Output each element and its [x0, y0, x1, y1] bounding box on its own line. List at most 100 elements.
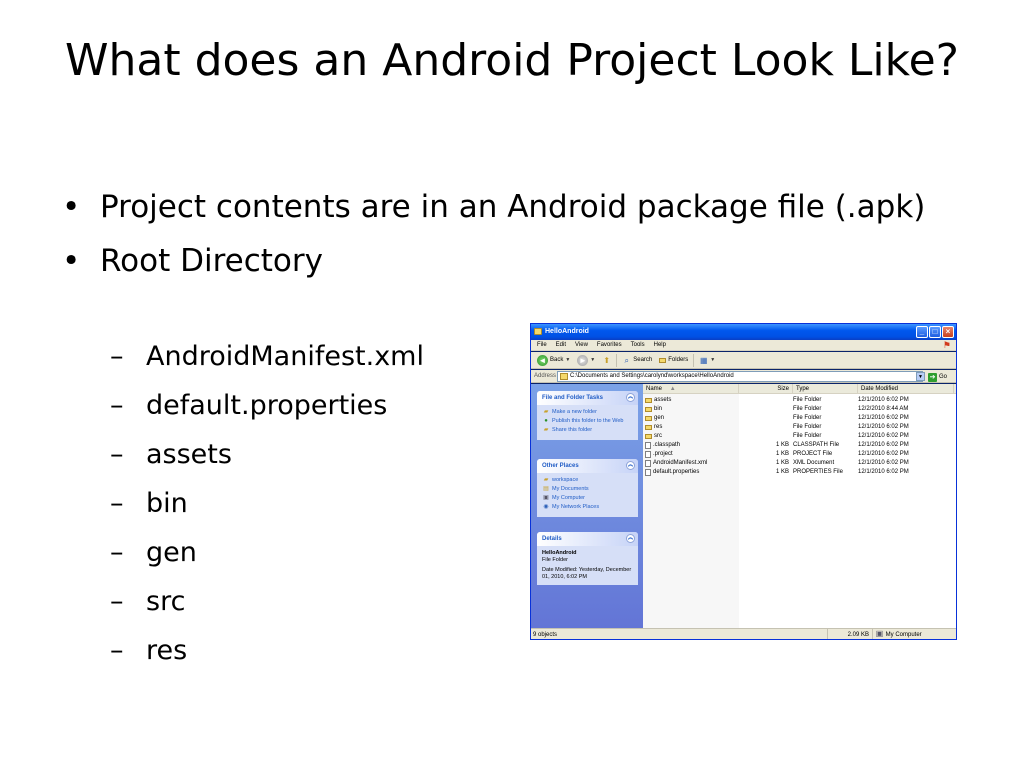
- file-row[interactable]: default.properties 1 KB PROPERTIES File 12/…: [643, 468, 956, 477]
- panel-heading-text: Other Places: [542, 463, 579, 469]
- collapse-icon[interactable]: ︽: [626, 461, 635, 470]
- slide-title: What does an Android Project Look Like?: [64, 35, 959, 86]
- views-grid-icon: ▦: [700, 355, 708, 365]
- menu-edit[interactable]: Edit: [556, 340, 566, 350]
- bullet-symbol: •: [62, 243, 81, 279]
- link-text: My Computer: [552, 495, 586, 501]
- file-type: File Folder: [793, 406, 822, 412]
- address-bar: Address C:\Documents and Settings\caroly…: [531, 370, 956, 383]
- file-row[interactable]: assets File Folder 12/1/2010 6:02 PM: [643, 396, 956, 405]
- back-arrow-icon: ◄: [537, 354, 548, 366]
- menu-file[interactable]: File: [537, 340, 547, 350]
- dash-symbol: –: [110, 586, 124, 617]
- folder-icon: [645, 425, 652, 430]
- publish-folder-link[interactable]: ● Publish this folder to the Web: [542, 418, 634, 425]
- file-name-cell: .classpath: [645, 441, 737, 450]
- sub-bullet-item: – default.properties: [110, 387, 424, 436]
- collapse-icon[interactable]: ︽: [626, 393, 635, 402]
- panel-body: HelloAndroid File Folder Date Modified: …: [537, 546, 638, 585]
- sub-bullet-item: – src: [110, 583, 424, 632]
- forward-button[interactable]: ► ▼: [575, 353, 597, 367]
- my-computer-link[interactable]: ▣ My Computer: [542, 495, 634, 502]
- file-icon: [645, 469, 651, 476]
- file-name: assets: [654, 397, 672, 403]
- workspace-link[interactable]: ▰ workspace: [542, 477, 634, 484]
- share-folder-link[interactable]: ▰ Share this folder: [542, 427, 634, 434]
- up-folder-button[interactable]: ⬆: [600, 353, 613, 367]
- menu-tools[interactable]: Tools: [631, 340, 645, 350]
- folder-icon: [645, 407, 652, 412]
- sub-bullet-text: AndroidManifest.xml: [146, 341, 424, 372]
- link-text: Make a new folder: [552, 409, 597, 415]
- file-row[interactable]: bin File Folder 12/2/2010 8:44 AM: [643, 405, 956, 414]
- panel-heading[interactable]: File and Folder Tasks ︽: [537, 391, 638, 405]
- panel-heading-text: Details: [542, 536, 562, 542]
- file-row[interactable]: .project 1 KB PROJECT File 12/1/2010 6:02 P…: [643, 450, 956, 459]
- link-text: Publish this folder to the Web: [552, 418, 624, 424]
- folder-icon: [645, 434, 652, 439]
- address-label: Address: [534, 373, 557, 379]
- file-row[interactable]: res File Folder 12/1/2010 6:02 PM: [643, 423, 956, 432]
- column-label: Name: [646, 386, 663, 392]
- file-row[interactable]: gen File Folder 12/1/2010 6:02 PM: [643, 414, 956, 423]
- collapse-icon[interactable]: ︽: [626, 534, 635, 543]
- window-titlebar[interactable]: HelloAndroid _ □ ×: [531, 324, 956, 340]
- address-input[interactable]: C:\Documents and Settings\carolynd\works…: [557, 371, 923, 382]
- link-text: My Documents: [552, 486, 589, 492]
- computer-icon: ▣: [875, 629, 884, 638]
- folder-icon: [560, 373, 568, 380]
- up-folder-icon: ⬆: [603, 355, 611, 365]
- sub-bullet-item: – assets: [110, 436, 424, 485]
- chevron-down-icon: ▼: [565, 357, 571, 363]
- file-date: 12/1/2010 6:02 PM: [858, 397, 909, 403]
- maximize-button[interactable]: □: [929, 326, 941, 338]
- sub-bullet-list: – AndroidManifest.xml – default.properties…: [110, 338, 424, 681]
- folder-icon: ▰: [543, 477, 549, 483]
- file-size: 1 KB: [775, 451, 789, 457]
- sub-bullet-text: default.properties: [146, 390, 388, 421]
- file-row[interactable]: src File Folder 12/1/2010 6:02 PM: [643, 432, 956, 441]
- address-dropdown-icon[interactable]: ▼: [916, 372, 925, 381]
- file-row[interactable]: AndroidManifest.xml 1 KB XML Document 12/1/…: [643, 459, 956, 468]
- task-pane: File and Folder Tasks ︽ ▰ Make a new fol…: [531, 384, 643, 628]
- menu-view[interactable]: View: [575, 340, 588, 350]
- my-network-places-link[interactable]: ◉ My Network Places: [542, 504, 634, 511]
- column-header-name[interactable]: Name ▲: [643, 384, 739, 394]
- menu-help[interactable]: Help: [654, 340, 666, 350]
- views-button[interactable]: ▦ ▼: [697, 353, 717, 367]
- file-date: 12/1/2010 6:02 PM: [858, 451, 909, 457]
- column-header-date[interactable]: Date Modified: [858, 384, 954, 394]
- column-header-size[interactable]: Size: [739, 384, 793, 394]
- file-name-cell: src: [645, 432, 737, 441]
- sub-bullet-item: – gen: [110, 534, 424, 583]
- file-date: 12/1/2010 6:02 PM: [858, 424, 909, 430]
- windows-logo-icon: ⚑: [942, 340, 951, 350]
- make-new-folder-link[interactable]: ▰ Make a new folder: [542, 409, 634, 416]
- globe-icon: ●: [544, 418, 548, 424]
- go-button[interactable]: ➔ Go: [928, 371, 947, 384]
- share-folder-icon: ▰: [543, 427, 549, 433]
- menu-favorites[interactable]: Favorites: [597, 340, 622, 350]
- folders-label: Folders: [668, 357, 689, 363]
- go-arrow-icon: ➔: [928, 373, 937, 382]
- folders-button[interactable]: Folders: [657, 353, 690, 367]
- bullet-text: Project contents are in an Android packa…: [100, 189, 926, 225]
- back-button[interactable]: ◄ Back ▼: [535, 353, 572, 367]
- file-icon: [645, 442, 651, 449]
- my-documents-link[interactable]: ▤ My Documents: [542, 486, 634, 493]
- back-label: Back: [550, 357, 564, 363]
- toolbar: ◄ Back ▼ ► ▼ ⬆ ⌕ Search Folders ▦ ▼: [531, 352, 956, 369]
- panel-heading[interactable]: Details ︽: [537, 532, 638, 546]
- panel-heading[interactable]: Other Places ︽: [537, 459, 638, 473]
- file-name-cell: AndroidManifest.xml: [645, 459, 737, 468]
- column-header-type[interactable]: Type: [793, 384, 858, 394]
- status-object-count: 9 objects: [533, 632, 558, 638]
- search-button[interactable]: ⌕ Search: [620, 353, 654, 367]
- minimize-button[interactable]: _: [916, 326, 928, 338]
- status-size: 2.09 KB: [827, 629, 872, 639]
- explorer-body: File and Folder Tasks ︽ ▰ Make a new fol…: [531, 384, 956, 628]
- file-name: res: [654, 424, 663, 430]
- file-row[interactable]: .classpath 1 KB CLASSPATH File 12/1/2010 6:…: [643, 441, 956, 450]
- close-button[interactable]: ×: [942, 326, 954, 338]
- file-name: default.properties: [653, 469, 700, 475]
